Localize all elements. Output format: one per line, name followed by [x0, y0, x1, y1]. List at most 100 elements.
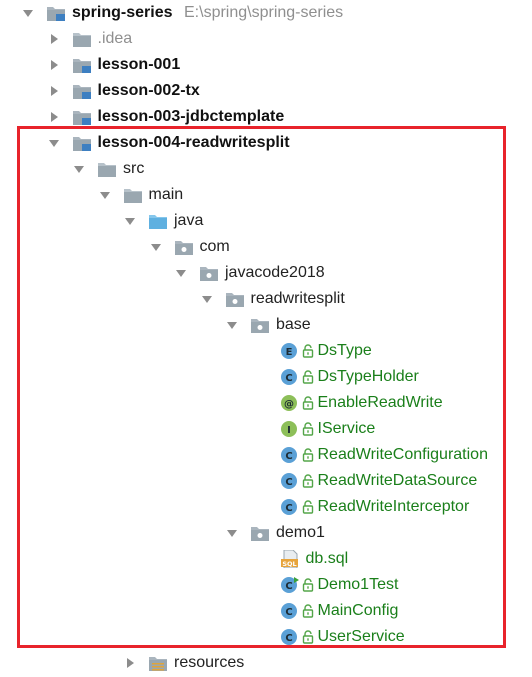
enum-icon: E	[280, 342, 300, 360]
tree-row-spring-series[interactable]: spring-series E:\spring\spring-series	[0, 0, 532, 26]
folder-icon	[97, 160, 117, 178]
package-icon	[225, 290, 245, 308]
tree-item-label: base	[276, 316, 311, 333]
source-folder-icon	[148, 212, 168, 230]
collapsed-arrow-icon[interactable]	[47, 104, 61, 130]
tree-row-userservice[interactable]: C UserService	[0, 624, 532, 650]
module-folder-icon	[72, 134, 92, 152]
tree-row-db-sql[interactable]: SQL db.sql	[0, 546, 532, 572]
tree-row-readwriteinterceptor[interactable]: C ReadWriteInterceptor	[0, 494, 532, 520]
tree-row-base[interactable]: base	[0, 312, 532, 338]
tree-item-label: lesson-004-readwritesplit	[97, 134, 290, 151]
tree-item-label: IService	[317, 420, 376, 437]
collapsed-arrow-icon[interactable]	[47, 26, 61, 52]
svg-text:C: C	[285, 633, 292, 644]
svg-text:C: C	[285, 373, 292, 384]
lock-icon	[302, 422, 314, 436]
svg-text:C: C	[285, 477, 292, 488]
module-folder-icon	[72, 56, 92, 74]
resources-folder-icon	[148, 654, 168, 672]
test-class-icon: C	[280, 576, 300, 594]
tree-item-label: src	[123, 160, 145, 177]
expanded-arrow-icon[interactable]	[72, 156, 86, 182]
tree-row-lesson-001[interactable]: lesson-001	[0, 52, 532, 78]
class-icon: C	[280, 472, 300, 490]
tree-row-readwritesplit[interactable]: readwritesplit	[0, 286, 532, 312]
tree-row-src[interactable]: src	[0, 156, 532, 182]
tree-item-label: DsTypeHolder	[317, 368, 419, 385]
package-icon	[199, 264, 219, 282]
class-icon: C	[280, 628, 300, 646]
expanded-arrow-icon[interactable]	[47, 130, 61, 156]
expanded-arrow-icon[interactable]	[98, 182, 112, 208]
tree-row-lesson-003-jdbctemplate[interactable]: lesson-003-jdbctemplate	[0, 104, 532, 130]
tree-item-label: EnableReadWrite	[317, 394, 443, 411]
tree-row-demo1test[interactable]: C Demo1Test	[0, 572, 532, 598]
tree-item-label: lesson-002-tx	[97, 82, 200, 99]
tree-item-label: java	[174, 212, 204, 229]
lock-icon	[302, 500, 314, 514]
expanded-arrow-icon[interactable]	[200, 286, 214, 312]
tree-row-com[interactable]: com	[0, 234, 532, 260]
tree-row-dstypeholder[interactable]: C DsTypeHolder	[0, 364, 532, 390]
folder-icon	[123, 186, 143, 204]
tree-item-label: resources	[174, 654, 245, 671]
module-folder-icon	[46, 4, 66, 22]
tree-item-label: readwritesplit	[250, 290, 345, 307]
package-icon	[174, 238, 194, 256]
lock-icon	[302, 370, 314, 384]
expanded-arrow-icon[interactable]	[174, 260, 188, 286]
svg-text:C: C	[285, 503, 292, 514]
svg-text:C: C	[285, 451, 292, 462]
svg-text:C: C	[285, 607, 292, 618]
lock-icon	[302, 344, 314, 358]
expanded-arrow-icon[interactable]	[21, 0, 35, 26]
tree-row-demo1[interactable]: demo1	[0, 520, 532, 546]
tree-item-label: lesson-003-jdbctemplate	[97, 108, 285, 125]
tree-item-label: demo1	[276, 524, 325, 541]
expanded-arrow-icon[interactable]	[123, 208, 137, 234]
tree-row-lesson-002-tx[interactable]: lesson-002-tx	[0, 78, 532, 104]
lock-icon	[302, 396, 314, 410]
tree-row-main[interactable]: main	[0, 182, 532, 208]
tree-row-lesson-004-readwritesplit[interactable]: lesson-004-readwritesplit	[0, 130, 532, 156]
tree-row-readwritedatasource[interactable]: C ReadWriteDataSource	[0, 468, 532, 494]
tree-item-label: DsType	[317, 342, 372, 359]
folder-icon	[72, 30, 92, 48]
tree-item-label: .idea	[97, 30, 133, 47]
svg-text:SQL: SQL	[282, 560, 296, 568]
tree-row-idea[interactable]: .idea	[0, 26, 532, 52]
tree-row-java[interactable]: java	[0, 208, 532, 234]
sql-file-icon: SQL	[280, 549, 300, 569]
expanded-arrow-icon[interactable]	[225, 520, 239, 546]
collapsed-arrow-icon[interactable]	[47, 52, 61, 78]
tree-row-enablereadwrite[interactable]: @ EnableReadWrite	[0, 390, 532, 416]
tree-item-label: ReadWriteInterceptor	[317, 498, 470, 515]
svg-text:C: C	[285, 581, 292, 592]
svg-text:E: E	[285, 347, 292, 358]
tree-item-label: ReadWriteConfiguration	[317, 446, 488, 463]
expanded-arrow-icon[interactable]	[225, 312, 239, 338]
collapsed-arrow-icon[interactable]	[47, 78, 61, 104]
tree-item-label: main	[148, 186, 184, 203]
tree-row-javacode2018[interactable]: javacode2018	[0, 260, 532, 286]
class-icon: C	[280, 498, 300, 516]
module-folder-icon	[72, 82, 92, 100]
tree-row-readwriteconfiguration[interactable]: C ReadWriteConfiguration	[0, 442, 532, 468]
svg-text:I: I	[287, 425, 291, 436]
tree-row-dstype[interactable]: E DsType	[0, 338, 532, 364]
tree-item-label: ReadWriteDataSource	[317, 472, 478, 489]
tree-row-iservice[interactable]: I IService	[0, 416, 532, 442]
tree-item-label: MainConfig	[317, 602, 399, 619]
tree-row-mainconfig[interactable]: C MainConfig	[0, 598, 532, 624]
tree-item-label: db.sql	[305, 550, 349, 567]
svg-text:@: @	[284, 399, 294, 410]
tree-item-label: UserService	[317, 628, 405, 645]
collapsed-arrow-icon[interactable]	[123, 650, 137, 676]
tree-item-label: lesson-001	[97, 56, 181, 73]
expanded-arrow-icon[interactable]	[149, 234, 163, 260]
class-icon: C	[280, 368, 300, 386]
tree-row-resources[interactable]: resources	[0, 650, 532, 676]
package-icon	[250, 524, 270, 542]
module-folder-icon	[72, 108, 92, 126]
